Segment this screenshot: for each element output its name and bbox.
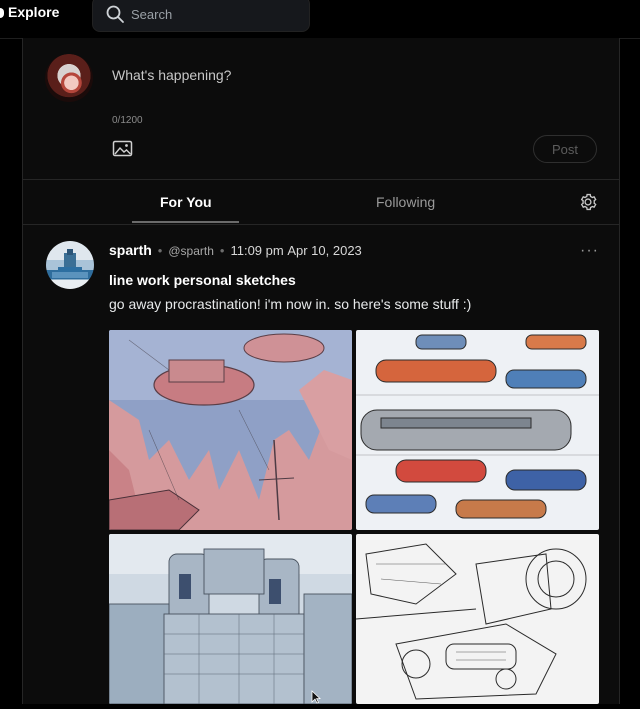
explore-link[interactable]: Explore [0, 4, 59, 20]
character-counter: 0/1200 [112, 115, 143, 126]
tab-for-you[interactable]: For You [160, 194, 212, 210]
post-date: Apr 10, 2023 [287, 243, 362, 258]
search-input[interactable]: Search [92, 0, 310, 32]
airship-sketch-image[interactable] [109, 330, 352, 530]
explore-indicator [0, 8, 4, 18]
image-upload-icon[interactable] [112, 140, 134, 158]
search-icon [105, 4, 125, 29]
author-name[interactable]: sparth [109, 242, 152, 258]
user-avatar[interactable] [45, 54, 93, 102]
search-placeholder: Search [131, 7, 173, 22]
main-column: What's happening? 0/1200 Post For You Fo… [22, 38, 620, 704]
author-avatar[interactable] [46, 241, 94, 289]
post-button[interactable]: Post [533, 135, 597, 163]
compose-input[interactable]: What's happening? [112, 67, 231, 83]
composer: What's happening? 0/1200 Post [23, 38, 619, 180]
post-time: 11:09 pm [230, 243, 284, 258]
separator-dot: • [157, 243, 163, 258]
post-header: sparth • @sparth • 11:09 pm Apr 10, 2023 [109, 242, 362, 258]
author-handle[interactable]: @sparth [168, 244, 214, 258]
post-text: go away procrastination! i'm now in. so … [109, 296, 472, 312]
gear-icon[interactable] [578, 192, 598, 217]
post[interactable]: sparth • @sparth • 11:09 pm Apr 10, 2023 ···… [23, 225, 619, 704]
top-bar: Explore Search [0, 0, 640, 39]
explore-label: Explore [8, 4, 60, 20]
image-grid [109, 330, 599, 704]
city-sketch-image[interactable] [109, 534, 352, 704]
tab-following[interactable]: Following [376, 194, 435, 210]
spaceships-sketch-image[interactable] [356, 330, 599, 530]
post-title: line work personal sketches [109, 272, 296, 288]
active-tab-indicator [132, 221, 239, 223]
more-options-icon[interactable]: ··· [580, 242, 599, 260]
mouse-cursor-icon [311, 690, 322, 704]
engine-lineart-image[interactable] [356, 534, 599, 704]
separator-dot: • [219, 243, 225, 258]
feed-tabs: For You Following [23, 180, 619, 225]
